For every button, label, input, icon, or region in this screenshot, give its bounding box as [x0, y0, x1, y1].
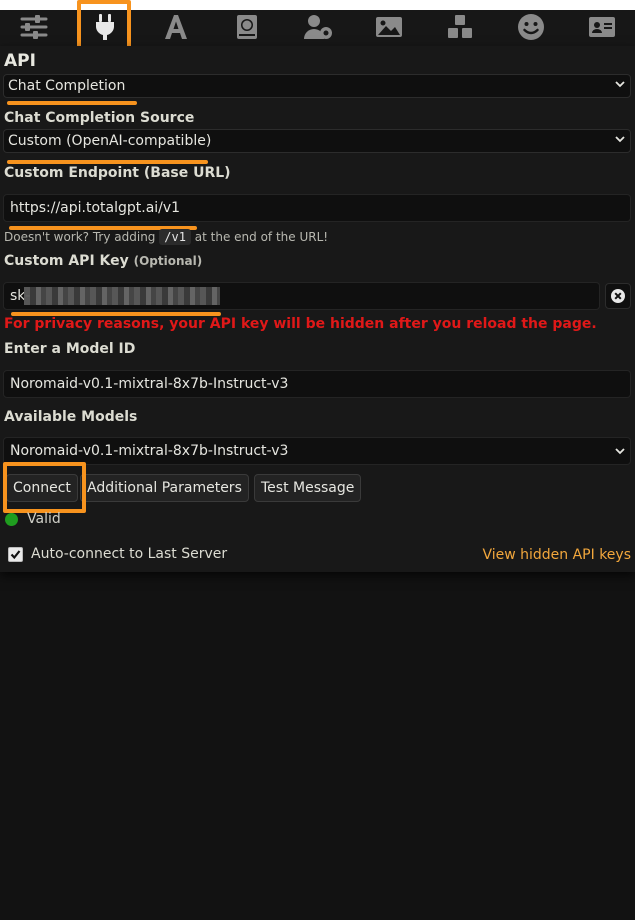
- source-select-value: Custom (OpenAI-compatible): [8, 133, 212, 149]
- chevron-down-icon: [615, 448, 625, 455]
- test-message-button[interactable]: Test Message: [254, 474, 362, 502]
- status-indicator-dot: [5, 513, 18, 526]
- smiley-icon[interactable]: [514, 10, 548, 44]
- status-text: Valid: [27, 511, 61, 527]
- privacy-warning: For privacy reasons, your API key will b…: [4, 316, 597, 332]
- auto-connect-checkbox[interactable]: [8, 547, 23, 562]
- model-id-label: Enter a Model ID: [4, 341, 136, 357]
- source-label: Chat Completion Source: [4, 110, 195, 126]
- api-heading: API: [4, 51, 36, 71]
- api-select-value: Chat Completion: [8, 78, 126, 94]
- api-underline: [7, 101, 137, 105]
- clear-key-button[interactable]: [605, 283, 631, 309]
- view-hidden-keys-link[interactable]: View hidden API keys: [482, 547, 631, 563]
- id-card-icon[interactable]: [585, 10, 619, 44]
- redacted-key-blur: [24, 287, 220, 305]
- available-models-value: Noromaid-v0.1-mixtral-8x7b-Instruct-v3: [10, 443, 289, 459]
- chevron-down-icon: [615, 81, 625, 88]
- endpoint-label: Custom Endpoint (Base URL): [4, 165, 231, 181]
- connect-highlight-box: [3, 462, 86, 513]
- api-select[interactable]: Chat Completion: [3, 74, 631, 98]
- checkmark-icon: [10, 550, 21, 560]
- close-circle-icon: [611, 289, 625, 303]
- cubes-icon[interactable]: [443, 10, 477, 44]
- available-models-label: Available Models: [4, 409, 138, 425]
- source-underline: [7, 160, 208, 164]
- source-select[interactable]: Custom (OpenAI-compatible): [3, 129, 631, 153]
- chevron-down-icon: [615, 136, 625, 143]
- available-models-select[interactable]: Noromaid-v0.1-mixtral-8x7b-Instruct-v3: [3, 437, 631, 465]
- endpoint-input-value: https://api.totalgpt.ai/v1: [10, 200, 181, 216]
- auto-connect-label[interactable]: Auto-connect to Last Server: [31, 546, 227, 562]
- model-id-value: Noromaid-v0.1-mixtral-8x7b-Instruct-v3: [10, 376, 289, 392]
- endpoint-input[interactable]: https://api.totalgpt.ai/v1: [3, 194, 631, 222]
- sliders-icon[interactable]: [17, 10, 51, 44]
- font-icon[interactable]: [159, 10, 193, 44]
- additional-parameters-button[interactable]: Additional Parameters: [80, 474, 249, 502]
- image-icon[interactable]: [372, 10, 406, 44]
- api-key-label: Custom API Key (Optional): [4, 253, 203, 269]
- model-id-input[interactable]: Noromaid-v0.1-mixtral-8x7b-Instruct-v3: [3, 370, 631, 398]
- optional-tag: (Optional): [133, 254, 203, 268]
- hint-code: /v1: [159, 229, 191, 245]
- endpoint-hint: Doesn't work? Try adding /v1 at the end …: [4, 229, 329, 245]
- globe-book-icon[interactable]: [230, 10, 264, 44]
- user-gear-icon[interactable]: [301, 10, 335, 44]
